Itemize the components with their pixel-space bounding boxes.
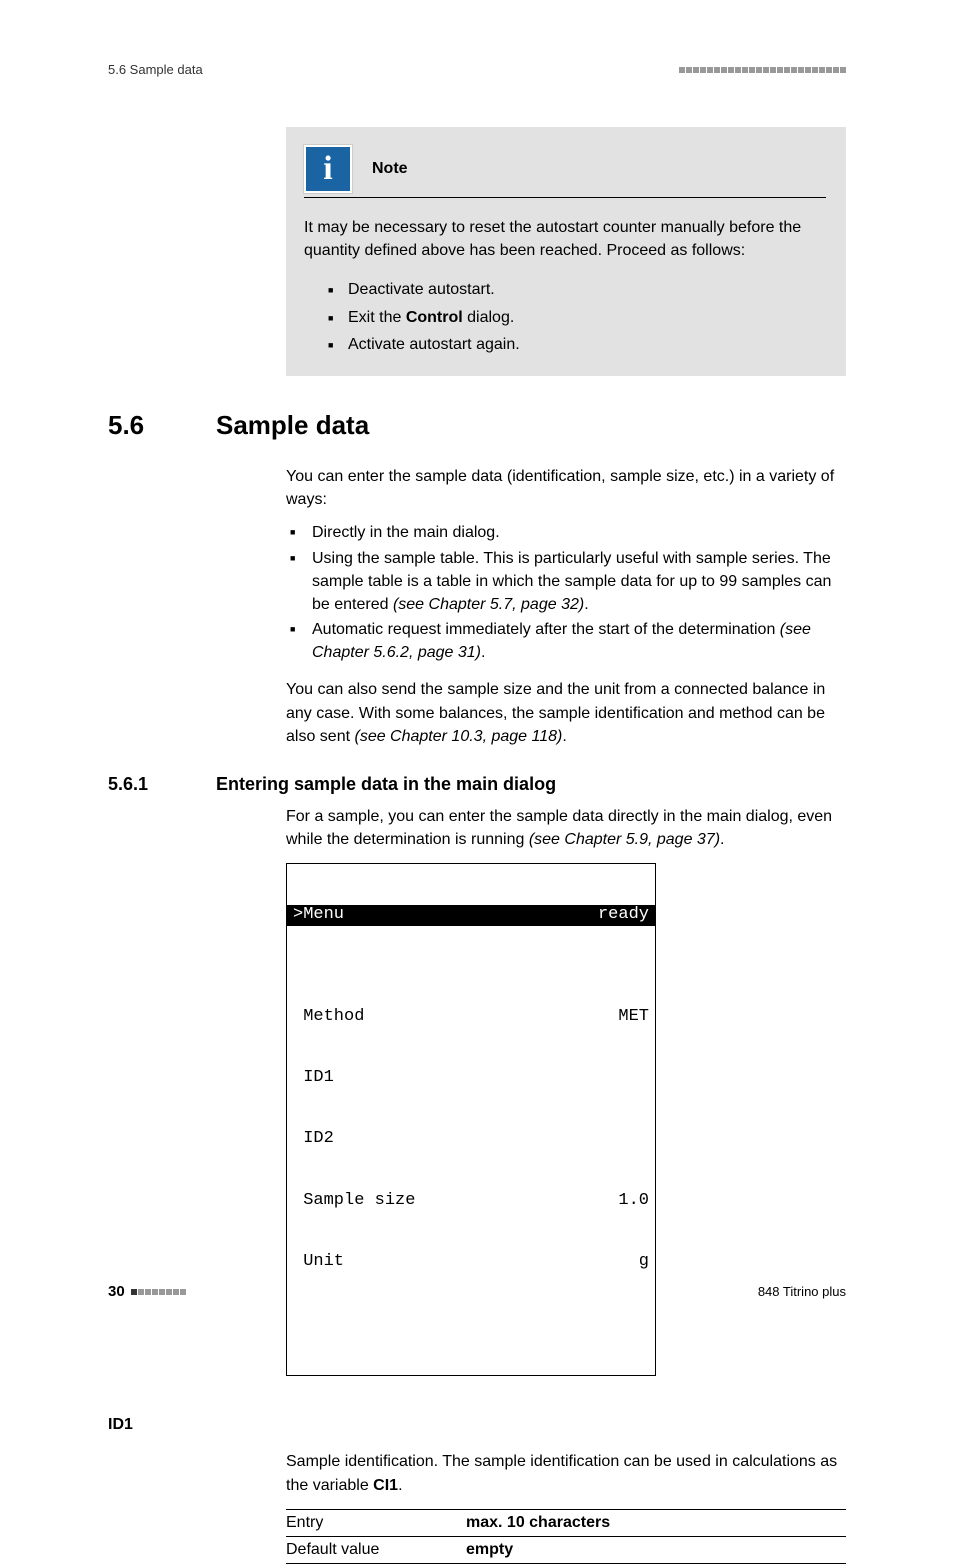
header-decoration: [679, 67, 846, 73]
list-item: Automatic request immediately after the …: [286, 618, 846, 664]
table-row: Default value empty: [286, 1537, 846, 1564]
note-body: It may be necessary to reset the autosta…: [304, 216, 826, 262]
subsection-title: Entering sample data in the main dialog: [216, 774, 556, 795]
note-callout: i Note It may be necessary to reset the …: [286, 127, 846, 376]
note-item: Activate autostart again.: [328, 331, 826, 358]
note-title: Note: [372, 160, 408, 178]
subsection-heading: 5.6.1 Entering sample data in the main d…: [108, 774, 846, 795]
section-number: 5.6: [108, 410, 168, 441]
note-item: Exit the Control dialog.: [328, 304, 826, 331]
section-list: Directly in the main dialog. Using the s…: [286, 521, 846, 664]
subsection-body: For a sample, you can enter the sample d…: [286, 805, 846, 851]
footer-decoration: [131, 1289, 186, 1295]
list-item: Using the sample table. This is particul…: [286, 547, 846, 617]
page-header: 5.6 Sample data: [108, 62, 846, 77]
section-heading: 5.6 Sample data: [108, 410, 846, 441]
header-left: 5.6 Sample data: [108, 62, 203, 77]
page-number: 30: [108, 1283, 125, 1300]
subsection-number: 5.6.1: [108, 774, 168, 795]
section-para2: You can also send the sample size and th…: [286, 678, 846, 748]
param-id1-label: ID1: [108, 1416, 846, 1434]
list-item: Directly in the main dialog.: [286, 521, 846, 544]
param-table: Entry max. 10 characters Default value e…: [286, 1509, 846, 1564]
section-intro: You can enter the sample data (identific…: [286, 465, 846, 511]
page-footer: 30 848 Titrino plus: [108, 1283, 846, 1300]
note-list: Deactivate autostart. Exit the Control d…: [304, 276, 826, 358]
info-icon: i: [304, 145, 352, 193]
lcd-status: ready: [598, 905, 649, 925]
table-row: Entry max. 10 characters: [286, 1510, 846, 1537]
param-id1-desc: Sample identification. The sample identi…: [286, 1450, 846, 1496]
section-title: Sample data: [216, 410, 369, 441]
footer-device: 848 Titrino plus: [758, 1284, 846, 1299]
lcd-menu-label: >Menu: [293, 905, 344, 925]
note-item: Deactivate autostart.: [328, 276, 826, 303]
